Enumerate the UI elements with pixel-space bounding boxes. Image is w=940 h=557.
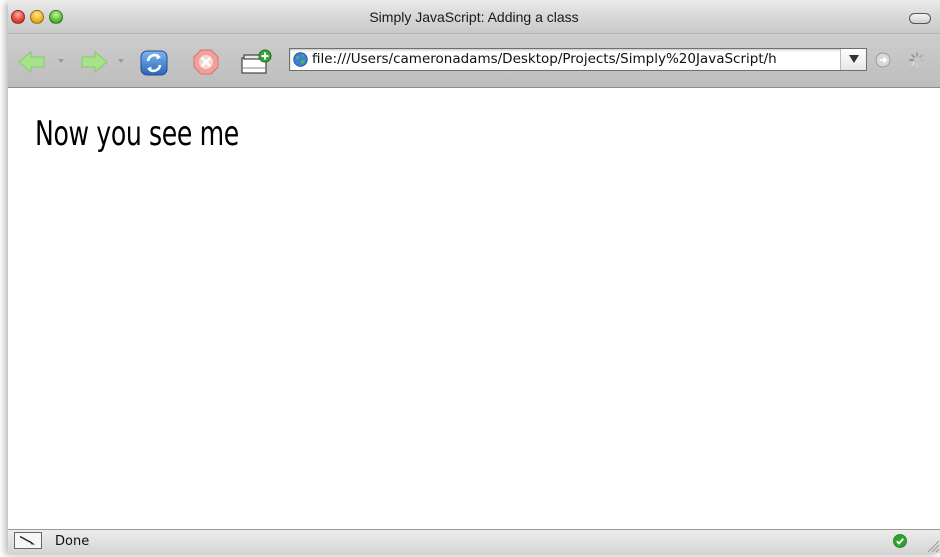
stop-button[interactable] bbox=[190, 46, 222, 78]
connection-icon bbox=[19, 535, 36, 545]
forward-button[interactable] bbox=[78, 46, 110, 78]
back-button[interactable] bbox=[16, 46, 48, 78]
back-arrow-icon bbox=[18, 50, 45, 74]
reload-icon bbox=[140, 50, 168, 76]
forward-history-dropdown-icon[interactable] bbox=[118, 58, 124, 64]
reload-button[interactable] bbox=[138, 46, 170, 78]
url-history-dropdown[interactable] bbox=[840, 49, 866, 70]
url-bar[interactable]: file:///Users/cameronadams/Desktop/Proje… bbox=[289, 48, 867, 71]
chevron-down-icon bbox=[849, 55, 859, 63]
title-bar[interactable]: Simply JavaScript: Adding a class bbox=[8, 0, 940, 34]
new-tab-icon bbox=[241, 49, 272, 74]
window-title: Simply JavaScript: Adding a class bbox=[369, 9, 579, 25]
browser-window: Simply JavaScript: Adding a class file:/… bbox=[8, 0, 940, 553]
page-heading: Now you see me bbox=[35, 114, 239, 154]
url-text[interactable]: file:///Users/cameronadams/Desktop/Proje… bbox=[312, 51, 832, 67]
stop-icon bbox=[193, 49, 219, 75]
green-check-icon bbox=[893, 534, 907, 548]
navigation-toolbar: file:///Users/cameronadams/Desktop/Proje… bbox=[8, 34, 940, 88]
globe-icon bbox=[293, 52, 308, 67]
status-activity-icon[interactable] bbox=[14, 532, 42, 549]
forward-arrow-icon bbox=[81, 50, 108, 74]
back-history-dropdown-icon[interactable] bbox=[58, 58, 64, 64]
status-bar: Done bbox=[8, 529, 940, 553]
go-arrow-icon[interactable] bbox=[875, 52, 891, 68]
resize-grip-icon[interactable] bbox=[924, 537, 940, 553]
status-text: Done bbox=[55, 534, 90, 549]
new-tab-button[interactable] bbox=[240, 46, 272, 78]
toolbar-toggle-button[interactable] bbox=[909, 13, 931, 24]
loading-throbber-icon bbox=[909, 52, 925, 68]
page-content: Now you see me bbox=[8, 88, 940, 529]
